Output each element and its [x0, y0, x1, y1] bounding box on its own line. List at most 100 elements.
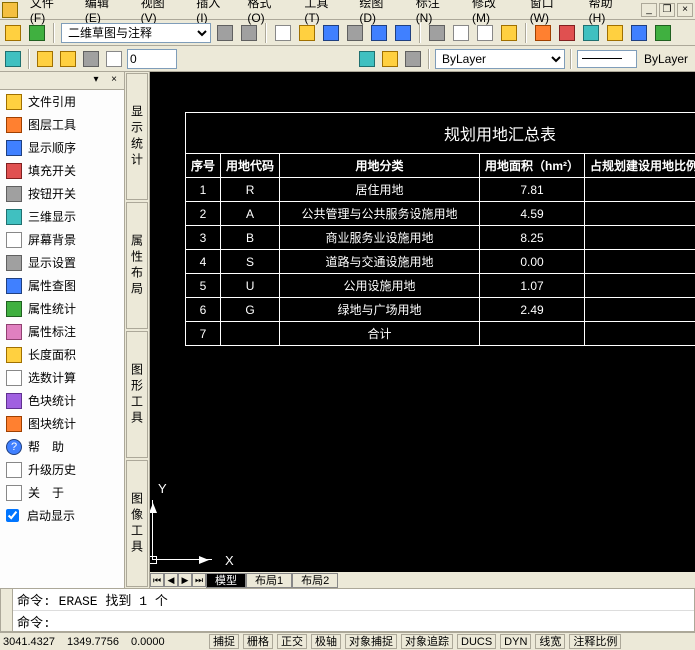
tool-startup-show[interactable]: 启动显示	[0, 504, 124, 527]
menu-view[interactable]: 视图(V)	[137, 0, 185, 25]
tool-btn-2[interactable]	[27, 23, 47, 43]
tab-nav-first[interactable]: ⏮	[150, 573, 164, 587]
status-dyn[interactable]: DYN	[500, 634, 531, 649]
table-row: 5U公用设施用地1.07	[186, 274, 695, 298]
menu-edit[interactable]: 编辑(E)	[81, 0, 129, 25]
bulb-icon[interactable]	[35, 49, 55, 69]
save-icon[interactable]	[321, 23, 341, 43]
layer-input[interactable]	[127, 49, 177, 69]
tool-btn-e[interactable]	[629, 23, 649, 43]
tool-length-area[interactable]: 长度面积	[0, 343, 124, 366]
palette-display-stats[interactable]: 显示统计	[126, 73, 148, 200]
tool-btn-f[interactable]	[653, 23, 673, 43]
layers-icon-4[interactable]	[403, 49, 423, 69]
new-file-icon[interactable]	[273, 23, 293, 43]
match-icon[interactable]	[499, 23, 519, 43]
panel-menu-icon[interactable]: ▾	[89, 74, 103, 88]
undo-icon[interactable]	[369, 23, 389, 43]
ucs-y-label: Y	[158, 481, 167, 496]
tab-layout1[interactable]: 布局1	[246, 573, 292, 588]
layers-icon-3[interactable]	[380, 49, 400, 69]
status-annoscale[interactable]: 注释比例	[569, 634, 621, 649]
linetype-display[interactable]	[577, 50, 637, 68]
tab-nav-prev[interactable]: ◀	[164, 573, 178, 587]
tool-btn-d[interactable]	[605, 23, 625, 43]
settings-icon[interactable]	[215, 23, 235, 43]
menu-format[interactable]: 格式(O)	[243, 0, 292, 25]
menu-draw[interactable]: 绘图(D)	[355, 0, 403, 25]
tool-3d-display[interactable]: 三维显示	[0, 205, 124, 228]
tool-help[interactable]: ?帮 助	[0, 435, 124, 458]
command-grip[interactable]	[1, 589, 13, 631]
tool-block-stats[interactable]: 图块统计	[0, 412, 124, 435]
tool-btn-c[interactable]	[581, 23, 601, 43]
status-bar: 3041.4327 1349.7756 0.0000 捕捉 栅格 正交 极轴 对…	[0, 632, 695, 650]
tool-file-reference[interactable]: 文件引用	[0, 90, 124, 113]
menu-window[interactable]: 窗口(W)	[526, 0, 577, 25]
status-osnap[interactable]: 对象捕捉	[345, 634, 397, 649]
palette-image-tools[interactable]: 图像工具	[126, 460, 148, 587]
status-ortho[interactable]: 正交	[277, 634, 307, 649]
tool-attr-label[interactable]: 属性标注	[0, 320, 124, 343]
tool-btn-1[interactable]	[3, 23, 23, 43]
command-prompt[interactable]: 命令:	[1, 611, 694, 632]
tool-color-stats[interactable]: 色块统计	[0, 389, 124, 412]
cut-icon[interactable]	[427, 23, 447, 43]
tool-screen-background[interactable]: 屏幕背景	[0, 228, 124, 251]
status-polar[interactable]: 极轴	[311, 634, 341, 649]
palette-attr-layout[interactable]: 属性布局	[126, 202, 148, 329]
tab-model[interactable]: 模型	[206, 573, 246, 588]
bylayer-dropdown[interactable]: ByLayer	[435, 49, 565, 69]
tool-btn-a[interactable]	[533, 23, 553, 43]
menu-dimension[interactable]: 标注(N)	[412, 0, 460, 25]
layers-icon-2[interactable]	[357, 49, 377, 69]
status-otrack[interactable]: 对象追踪	[401, 634, 453, 649]
startup-checkbox[interactable]	[6, 509, 19, 522]
color-icon[interactable]	[104, 49, 124, 69]
tab-nav-next[interactable]: ▶	[178, 573, 192, 587]
tool-layer-tools[interactable]: 图层工具	[0, 113, 124, 136]
tool-select-calc[interactable]: 选数计算	[0, 366, 124, 389]
tab-layout2[interactable]: 布局2	[292, 573, 338, 588]
status-lwt[interactable]: 线宽	[535, 634, 565, 649]
status-grid[interactable]: 栅格	[243, 634, 273, 649]
copy-icon[interactable]	[451, 23, 471, 43]
menu-modify[interactable]: 修改(M)	[468, 0, 518, 25]
tool-display-settings[interactable]: 显示设置	[0, 251, 124, 274]
palette-graphic-tools[interactable]: 图形工具	[126, 331, 148, 458]
ucs-x-axis	[152, 559, 212, 560]
tool-about[interactable]: 关 于	[0, 481, 124, 504]
open-file-icon[interactable]	[297, 23, 317, 43]
tool-update-history[interactable]: 升级历史	[0, 458, 124, 481]
tool-button-toggle[interactable]: 按钮开关	[0, 182, 124, 205]
menu-help[interactable]: 帮助(H)	[585, 0, 633, 25]
paste-icon[interactable]	[475, 23, 495, 43]
model-viewport[interactable]: 规划用地汇总表 序号 用地代码 用地分类 用地面积（hm²） 占规划建设用地比例…	[150, 72, 695, 588]
tab-nav-last[interactable]: ⏭	[192, 573, 206, 587]
workspace-dropdown[interactable]: 二维草图与注释	[61, 23, 211, 43]
layer-stack-icon[interactable]	[3, 49, 23, 69]
sun-icon[interactable]	[58, 49, 78, 69]
tool-attr-stats[interactable]: 属性统计	[0, 297, 124, 320]
status-coord-y: 1349.7756	[67, 636, 127, 648]
panel-close-icon[interactable]: ×	[107, 74, 121, 88]
menu-tools[interactable]: 工具(T)	[300, 0, 347, 25]
menu-file[interactable]: 文件(F)	[26, 0, 73, 25]
tool-attr-query[interactable]: 属性查图	[0, 274, 124, 297]
tool-hatch-toggle[interactable]: 填充开关	[0, 159, 124, 182]
tool-btn-b[interactable]	[557, 23, 577, 43]
window-minimize-button[interactable]: _	[641, 3, 657, 17]
table-row: 7合计	[186, 322, 695, 346]
print-icon[interactable]	[345, 23, 365, 43]
lock-icon[interactable]	[81, 49, 101, 69]
command-window[interactable]: 命令: ERASE 找到 1 个 命令:	[0, 588, 695, 632]
redo-icon[interactable]	[393, 23, 413, 43]
status-snap[interactable]: 捕捉	[209, 634, 239, 649]
tool-gear-icon[interactable]	[239, 23, 259, 43]
window-restore-button[interactable]: ❐	[659, 3, 675, 17]
menu-insert[interactable]: 插入(I)	[192, 0, 235, 25]
status-ducs[interactable]: DUCS	[457, 634, 496, 649]
menubar: 文件(F) 编辑(E) 视图(V) 插入(I) 格式(O) 工具(T) 绘图(D…	[0, 0, 695, 20]
tool-display-order[interactable]: 显示顺序	[0, 136, 124, 159]
window-close-button[interactable]: ×	[677, 3, 693, 17]
